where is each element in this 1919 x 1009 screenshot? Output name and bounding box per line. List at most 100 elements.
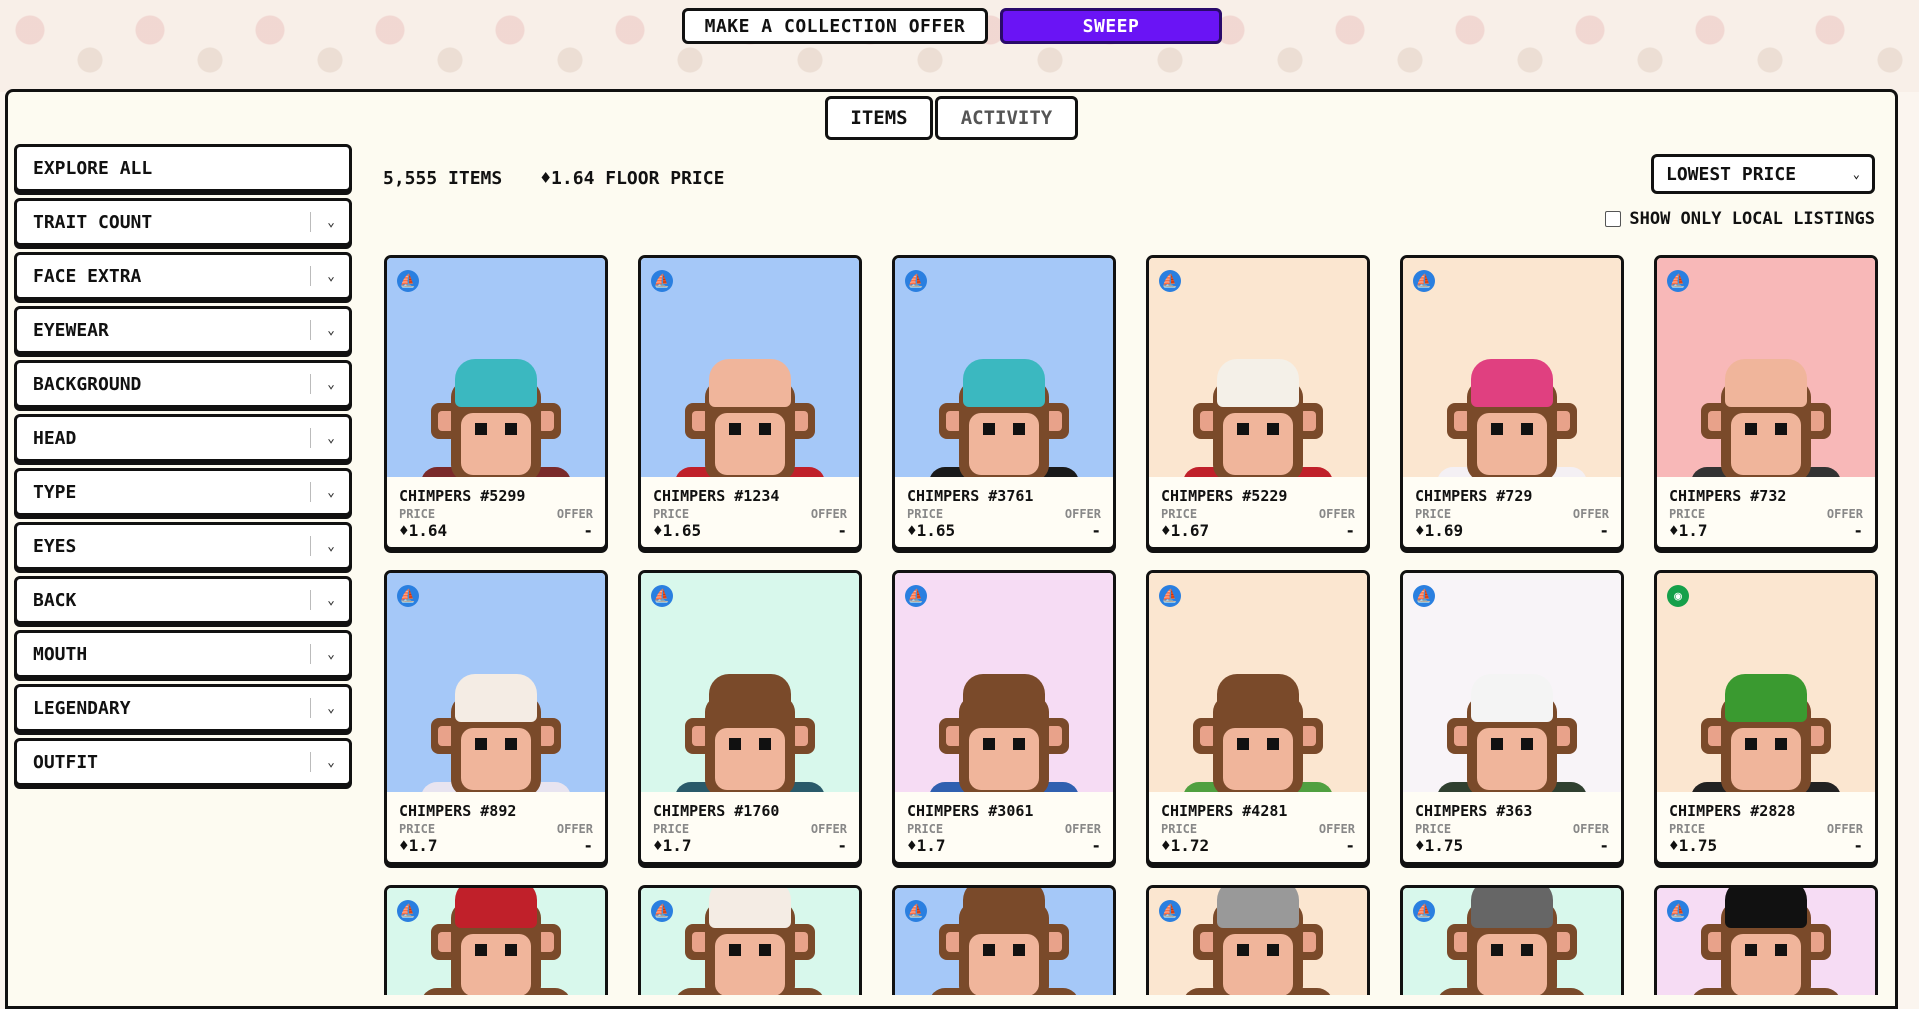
nft-image: ⛵	[1657, 888, 1875, 995]
filter-type[interactable]: TYPE ⌄	[14, 468, 352, 516]
nft-image: ⛵	[895, 573, 1113, 792]
price-offer-values: ♦1.64 -	[387, 521, 605, 540]
tab-items[interactable]: ITEMS	[825, 96, 933, 140]
filter-face-extra[interactable]: FACE EXTRA ⌄	[14, 252, 352, 300]
price-label: PRICE	[1669, 507, 1706, 521]
chevron-down-icon: ⌄	[327, 538, 335, 554]
filter-label: BACKGROUND	[33, 373, 142, 395]
nft-card[interactable]: ◉ CHIMPERS #2828 PRICE OFFER ♦1.75 -	[1654, 570, 1878, 865]
nft-card[interactable]: ⛵ CHIMPERS #3761 PRICE OFFER ♦1.65 -	[892, 255, 1116, 550]
chevron-down-icon: ⌄	[327, 376, 335, 392]
nft-card[interactable]: ⛵	[384, 885, 608, 995]
nft-card[interactable]: ⛵ CHIMPERS #732 PRICE OFFER ♦1.7 -	[1654, 255, 1878, 550]
offer-label: OFFER	[1572, 507, 1609, 521]
make-collection-offer-button[interactable]: MAKE A COLLECTION OFFER	[682, 8, 988, 44]
sailboat-icon: ⛵	[1159, 900, 1181, 922]
chimp-avatar	[675, 888, 825, 995]
price-value: ♦1.75	[1415, 836, 1464, 855]
offer-label: OFFER	[1064, 822, 1101, 836]
nft-image: ⛵	[387, 258, 605, 477]
nft-card[interactable]: ⛵	[892, 885, 1116, 995]
sailboat-icon: ⛵	[1413, 900, 1435, 922]
chimp-avatar	[1437, 341, 1587, 477]
nft-card[interactable]: ⛵ CHIMPERS #4281 PRICE OFFER ♦1.72 -	[1146, 570, 1370, 865]
filter-label: FACE EXTRA	[33, 265, 142, 287]
sailboat-icon: ⛵	[1667, 270, 1689, 292]
price-label: PRICE	[907, 822, 944, 836]
sailboat-icon: ⛵	[1159, 585, 1181, 607]
divider	[310, 266, 312, 286]
filter-eyewear[interactable]: EYEWEAR ⌄	[14, 306, 352, 354]
nft-card[interactable]: ⛵	[1400, 885, 1624, 995]
filter-outfit[interactable]: OUTFIT ⌄	[14, 738, 352, 786]
sailboat-icon: ⛵	[651, 585, 673, 607]
chimp-avatar	[1183, 888, 1333, 995]
filter-back[interactable]: BACK ⌄	[14, 576, 352, 624]
price-offer-values: ♦1.65 -	[641, 521, 859, 540]
chevron-down-icon: ⌄	[327, 322, 335, 338]
tab-activity[interactable]: ACTIVITY	[935, 96, 1078, 140]
nft-image: ⛵	[1149, 888, 1367, 995]
chimp-avatar	[421, 341, 571, 477]
sweep-button[interactable]: SWEEP	[1000, 8, 1222, 44]
nft-card[interactable]: ⛵	[638, 885, 862, 995]
nft-image: ⛵	[1149, 258, 1367, 477]
nft-image: ⛵	[1403, 258, 1621, 477]
chimp-avatar	[1691, 888, 1841, 995]
nft-card[interactable]: ⛵	[1654, 885, 1878, 995]
offer-label: OFFER	[1826, 507, 1863, 521]
price-offer-values: ♦1.67 -	[1149, 521, 1367, 540]
filter-trait-count[interactable]: TRAIT COUNT ⌄	[14, 198, 352, 246]
price-offer-values: ♦1.7 -	[1657, 521, 1875, 540]
nft-name: CHIMPERS #5229	[1161, 487, 1288, 505]
price-value: ♦1.7	[1669, 521, 1708, 540]
filter-label: BACK	[33, 589, 77, 611]
collection-actions: MAKE A COLLECTION OFFER SWEEP	[682, 8, 1222, 44]
price-label: PRICE	[907, 507, 944, 521]
nft-card[interactable]: ⛵ CHIMPERS #1234 PRICE OFFER ♦1.65 -	[638, 255, 862, 550]
nft-card[interactable]: ⛵ CHIMPERS #363 PRICE OFFER ♦1.75 -	[1400, 570, 1624, 865]
items-count: 5,555 ITEMS	[383, 168, 503, 189]
filter-head[interactable]: HEAD ⌄	[14, 414, 352, 462]
offer-value: -	[1853, 836, 1863, 855]
nft-card[interactable]: ⛵ CHIMPERS #1760 PRICE OFFER ♦1.7 -	[638, 570, 862, 865]
local-listings-checkbox[interactable]	[1605, 211, 1622, 227]
divider	[310, 644, 312, 664]
price-offer-labels: PRICE OFFER	[1657, 507, 1875, 521]
filter-legendary[interactable]: LEGENDARY ⌄	[14, 684, 352, 732]
price-label: PRICE	[1161, 822, 1198, 836]
sailboat-icon: ⛵	[1667, 900, 1689, 922]
price-offer-values: ♦1.75 -	[1403, 836, 1621, 855]
nft-image: ⛵	[387, 573, 605, 792]
price-value: ♦1.69	[1415, 521, 1464, 540]
chevron-down-icon: ⌄	[1852, 167, 1860, 181]
filter-background[interactable]: BACKGROUND ⌄	[14, 360, 352, 408]
nft-name: CHIMPERS #5299	[399, 487, 526, 505]
offer-value: -	[1853, 521, 1863, 540]
nft-name: CHIMPERS #1234	[653, 487, 780, 505]
filter-label: OUTFIT	[33, 751, 99, 773]
divider	[310, 536, 312, 556]
chimp-avatar	[1183, 656, 1333, 792]
filter-eyes[interactable]: EYES ⌄	[14, 522, 352, 570]
nft-card[interactable]: ⛵ CHIMPERS #729 PRICE OFFER ♦1.69 -	[1400, 255, 1624, 550]
nft-card[interactable]: ⛵	[1146, 885, 1370, 995]
nft-card[interactable]: ⛵ CHIMPERS #3061 PRICE OFFER ♦1.7 -	[892, 570, 1116, 865]
nft-card[interactable]: ⛵ CHIMPERS #5229 PRICE OFFER ♦1.67 -	[1146, 255, 1370, 550]
offer-label: OFFER	[556, 507, 593, 521]
price-offer-labels: PRICE OFFER	[1403, 507, 1621, 521]
view-tabs: ITEMS ACTIVITY	[825, 96, 1078, 140]
filter-explore-all[interactable]: EXPLORE ALL	[14, 144, 352, 192]
offer-value: -	[583, 836, 593, 855]
sort-dropdown[interactable]: LOWEST PRICE ⌄	[1651, 154, 1875, 194]
price-label: PRICE	[653, 507, 690, 521]
filter-mouth[interactable]: MOUTH ⌄	[14, 630, 352, 678]
local-listings-toggle[interactable]: SHOW ONLY LOCAL LISTINGS	[1605, 209, 1875, 229]
local-listings-label: SHOW ONLY LOCAL LISTINGS	[1629, 209, 1875, 229]
filter-label: EYEWEAR	[33, 319, 109, 341]
price-offer-values: ♦1.7 -	[641, 836, 859, 855]
nft-card[interactable]: ⛵ CHIMPERS #5299 PRICE OFFER ♦1.64 -	[384, 255, 608, 550]
nft-card[interactable]: ⛵ CHIMPERS #892 PRICE OFFER ♦1.7 -	[384, 570, 608, 865]
sailboat-icon: ⛵	[905, 270, 927, 292]
offer-label: OFFER	[810, 507, 847, 521]
